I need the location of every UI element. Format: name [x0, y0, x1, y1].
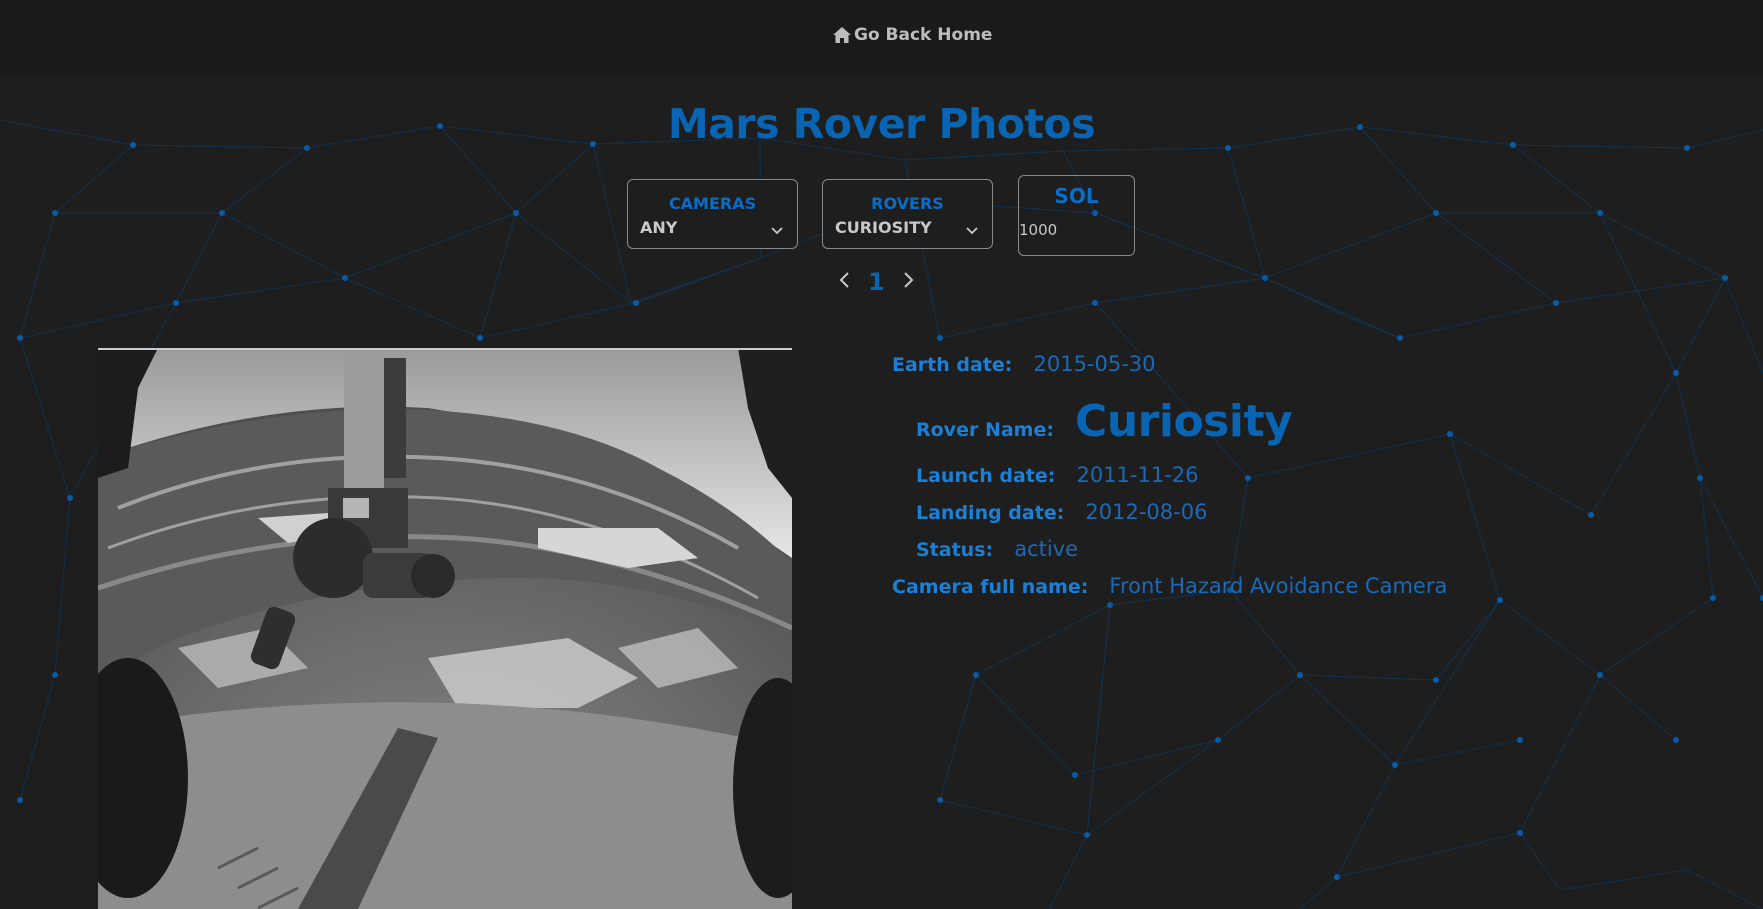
cameras-select[interactable]: CAMERAS ANY — [627, 179, 798, 249]
landing-date-label: Landing date: — [916, 502, 1065, 524]
top-navbar: Go Back Home — [0, 0, 1763, 77]
earth-date-value: 2015-05-30 — [1033, 352, 1156, 376]
pagination: 1 — [838, 268, 915, 296]
landing-date-row: Landing date: 2012-08-06 — [916, 500, 1207, 524]
status-label: Status: — [916, 539, 994, 561]
sol-field-label: SOL — [1054, 184, 1099, 208]
next-page-button[interactable] — [903, 271, 915, 293]
home-link-label: Go Back Home — [854, 25, 993, 45]
rover-photo — [98, 348, 792, 909]
chevron-down-icon — [966, 220, 978, 239]
cameras-select-label: CAMERAS — [668, 194, 757, 213]
cameras-select-value: ANY — [640, 218, 678, 237]
go-back-home-link[interactable]: Go Back Home — [832, 25, 992, 45]
launch-date-row: Launch date: 2011-11-26 — [916, 463, 1199, 487]
rover-name-value: Curiosity — [1075, 396, 1293, 447]
rovers-select-value: CURIOSITY — [835, 218, 932, 237]
landing-date-value: 2012-08-06 — [1085, 500, 1208, 524]
sol-field: SOL — [1018, 175, 1135, 256]
camera-full-name-value: Front Hazard Avoidance Camera — [1109, 574, 1448, 598]
previous-page-button[interactable] — [838, 271, 850, 293]
sol-input[interactable] — [1019, 221, 1127, 239]
camera-full-name-label: Camera full name: — [892, 576, 1089, 598]
rover-name-row: Rover Name: Curiosity — [916, 396, 1293, 447]
earth-date-row: Earth date: 2015-05-30 — [892, 352, 1156, 376]
page-title: Mars Rover Photos — [667, 100, 1096, 148]
camera-full-name-row: Camera full name: Front Hazard Avoidance… — [892, 574, 1447, 598]
rover-name-label: Rover Name: — [916, 419, 1054, 441]
status-value: active — [1014, 537, 1079, 561]
chevron-down-icon — [771, 220, 783, 239]
launch-date-label: Launch date: — [916, 465, 1056, 487]
current-page-number: 1 — [868, 268, 885, 296]
launch-date-value: 2011-11-26 — [1076, 463, 1199, 487]
rovers-select[interactable]: ROVERS CURIOSITY — [822, 179, 993, 249]
earth-date-label: Earth date: — [892, 354, 1013, 376]
status-row: Status: active — [916, 537, 1078, 561]
home-icon — [832, 26, 852, 44]
rovers-select-label: ROVERS — [871, 194, 944, 213]
